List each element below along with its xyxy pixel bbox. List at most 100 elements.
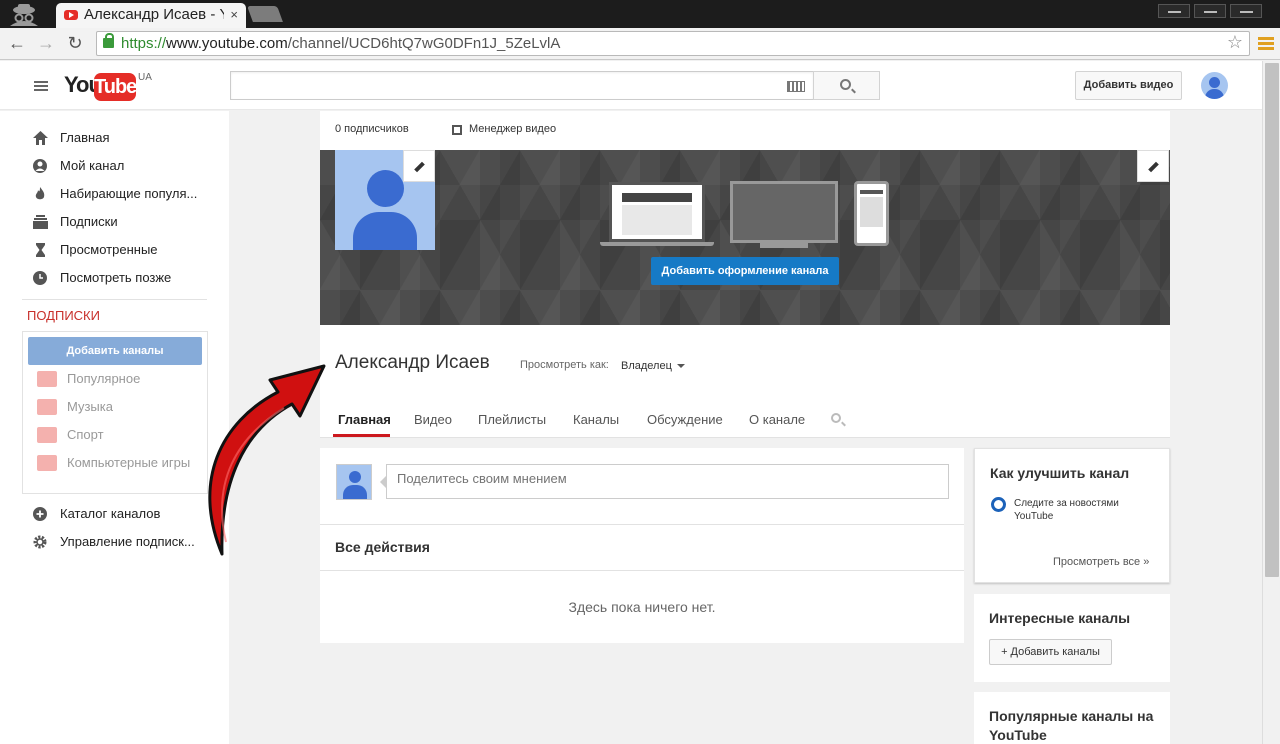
browser-tabstrip: Александр Исаев - Y ×	[0, 0, 1280, 28]
laptop-base-illustration	[600, 242, 714, 246]
guide-divider	[22, 299, 207, 300]
tab-about[interactable]: О канале	[749, 412, 805, 427]
subscriptions-heading[interactable]: ПОДПИСКИ	[27, 308, 100, 323]
url-text: https://www.youtube.com/channel/UCD6htQ7…	[121, 35, 561, 52]
trophy-icon	[37, 427, 57, 443]
browser-menu-icon[interactable]	[1258, 37, 1274, 51]
browser-toolbar: ← → ↻ https://www.youtube.com/channel/UC…	[0, 28, 1280, 60]
guide-item-label: Мой канал	[60, 158, 125, 173]
home-icon	[33, 131, 48, 145]
guide-item-label: Набирающие популя...	[60, 186, 198, 201]
guide-item-label: Управление подписк...	[60, 534, 195, 549]
active-tab-indicator	[333, 434, 390, 437]
video-manager-icon	[452, 125, 462, 135]
sub-item-label: Спорт	[67, 427, 104, 442]
progress-ring-icon	[991, 497, 1006, 512]
maximize-button[interactable]	[1194, 4, 1226, 18]
channel-name[interactable]: Александр Исаев	[335, 352, 490, 374]
popular-channels-title: Популярные каналы на YouTube	[989, 708, 1154, 743]
minimize-button[interactable]	[1158, 4, 1190, 18]
subscriber-count[interactable]: 0 подписчиков	[335, 123, 409, 135]
scrollbar-thumb[interactable]	[1265, 63, 1279, 577]
tv-illustration	[730, 181, 838, 243]
address-bar[interactable]: https://www.youtube.com/channel/UCD6htQ7…	[96, 31, 1250, 56]
subscriptions-icon	[33, 215, 48, 229]
video-manager-link[interactable]: Менеджер видео	[469, 123, 556, 135]
guide-item-label: Просмотренные	[60, 242, 158, 257]
youtube-masthead: You Tube UA Добавить видео	[0, 61, 1262, 110]
page-scrollbar[interactable]	[1262, 61, 1280, 744]
laptop-illustration	[609, 182, 705, 242]
sub-item-label: Компьютерные игры	[67, 455, 191, 470]
gear-icon	[33, 535, 47, 549]
popular-icon	[37, 371, 57, 387]
feed-divider	[320, 570, 964, 571]
flame-icon	[35, 187, 45, 200]
new-tab-button[interactable]	[247, 6, 283, 22]
incognito-icon	[10, 4, 38, 26]
share-opinion-input[interactable]	[386, 464, 949, 499]
feed-divider	[320, 524, 964, 525]
close-window-button[interactable]	[1230, 4, 1262, 18]
phone-illustration	[854, 181, 889, 246]
subscriptions-box: Добавить каналы Популярное Музыка Спорт …	[22, 331, 208, 494]
tab-videos[interactable]: Видео	[414, 412, 452, 427]
back-icon[interactable]: ←	[6, 32, 28, 54]
guide-item-label: Главная	[60, 130, 110, 145]
empty-feed-message: Здесь пока ничего нет.	[568, 599, 716, 615]
popular-channels-card: Популярные каналы на YouTube	[974, 692, 1170, 744]
lock-icon	[103, 33, 114, 48]
channel-topbar: 0 подписчиков Менеджер видео	[320, 111, 1170, 150]
clock-icon	[33, 271, 47, 285]
sub-item-label: Популярное	[67, 371, 141, 386]
channel-header: Александр Исаев Просмотреть как: Владеле…	[320, 325, 1170, 438]
guide-item-label: Посмотреть позже	[60, 270, 172, 285]
tab-home[interactable]: Главная	[338, 412, 391, 427]
tab-channels[interactable]: Каналы	[573, 412, 619, 427]
tab-playlists[interactable]: Плейлисты	[478, 412, 546, 427]
see-all-link[interactable]: Просмотреть все »	[1053, 556, 1149, 568]
logo-region: UA	[138, 72, 152, 83]
bookmark-star-icon[interactable]: ☆	[1227, 32, 1243, 53]
keyboard-icon[interactable]	[787, 81, 805, 92]
gamepad-icon	[37, 455, 57, 471]
improve-channel-card: Как улучшить канал Следите за новостями …	[974, 448, 1170, 583]
reload-icon[interactable]: ↻	[64, 32, 86, 54]
edit-avatar-pencil-icon[interactable]	[403, 150, 435, 182]
left-guide: Главная Мой канал Набирающие популя... П…	[0, 111, 229, 744]
youtube-favicon-icon	[64, 10, 78, 20]
view-as-label: Просмотреть как:	[520, 359, 609, 371]
search-icon	[840, 79, 851, 90]
forward-icon[interactable]: →	[35, 32, 57, 54]
annotation-arrow-icon	[208, 364, 326, 556]
browser-tab-active[interactable]: Александр Исаев - Y ×	[56, 3, 246, 28]
tab-close-icon[interactable]: ×	[230, 7, 238, 22]
channel-feed: Все действия Здесь пока ничего нет.	[320, 448, 964, 643]
sub-item-label: Музыка	[67, 399, 113, 414]
add-channels-small-button[interactable]: + Добавить каналы	[989, 639, 1112, 665]
search-button[interactable]	[813, 71, 880, 100]
guide-item-label: Каталог каналов	[60, 506, 161, 521]
improve-channel-title: Как улучшить канал	[990, 465, 1130, 481]
improve-tip[interactable]: Следите за новостями YouTube	[1014, 497, 1124, 523]
feed-user-avatar	[336, 464, 372, 500]
add-channel-art-button[interactable]: Добавить оформление канала	[651, 257, 839, 285]
interesting-channels-title: Интересные каналы	[989, 610, 1131, 626]
view-as-dropdown[interactable]: Владелец	[621, 360, 672, 372]
chevron-down-icon[interactable]	[677, 364, 685, 368]
channel-search-icon[interactable]	[831, 413, 841, 423]
tab-title: Александр Исаев - Y	[84, 6, 224, 23]
interesting-channels-card: Интересные каналы + Добавить каналы	[974, 594, 1170, 682]
upload-video-button[interactable]: Добавить видео	[1075, 71, 1182, 100]
tab-discussion[interactable]: Обсуждение	[647, 412, 723, 427]
guide-item-label: Подписки	[60, 214, 118, 229]
all-activity-heading: Все действия	[335, 539, 430, 555]
add-channels-button[interactable]: Добавить каналы	[28, 337, 202, 365]
tv-stand-illustration	[760, 243, 808, 248]
edit-banner-pencil-icon[interactable]	[1137, 150, 1169, 182]
logo-tube-text: Tube	[94, 73, 137, 101]
search-input[interactable]	[230, 71, 814, 100]
account-avatar[interactable]	[1201, 72, 1228, 99]
guide-menu-icon[interactable]	[34, 81, 48, 91]
hourglass-icon	[36, 243, 45, 257]
